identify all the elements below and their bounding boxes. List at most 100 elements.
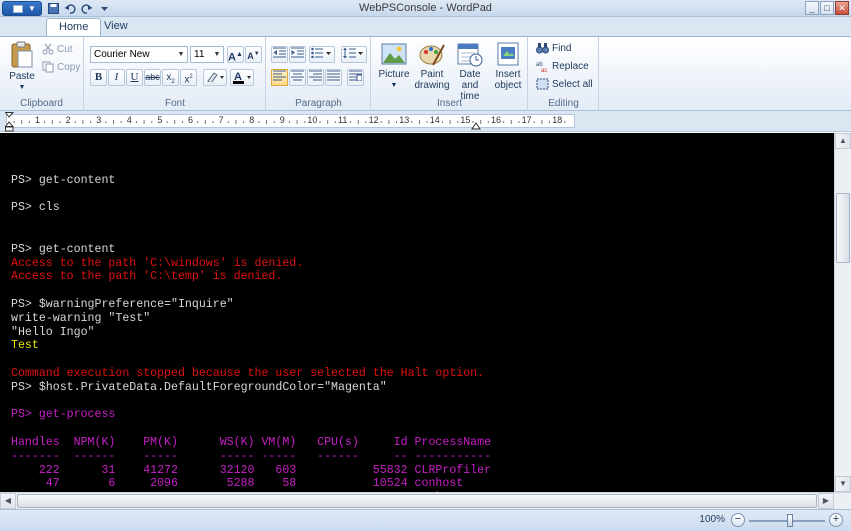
justify-button[interactable]	[325, 69, 342, 86]
ruler-number: 10	[307, 115, 318, 125]
date-time-label-1: Date and	[459, 69, 481, 91]
picture-button[interactable]: Picture ▼	[376, 41, 412, 91]
paint-drawing-label-2: drawing	[414, 80, 450, 91]
console-line: Test	[11, 339, 39, 353]
title-bar: ▼ WebPSConsole - WordPad _ □ ✕	[0, 0, 851, 17]
bullet-list-button[interactable]	[309, 46, 335, 63]
subscript-button[interactable]: x2	[162, 69, 179, 86]
line-spacing-button[interactable]	[341, 46, 367, 63]
ribbon: Paste ▼ Cut Copy Clipboard Courier New ▼…	[0, 36, 851, 111]
close-button[interactable]: ✕	[835, 1, 849, 15]
copy-button[interactable]: Copy	[42, 59, 80, 75]
text-color-button[interactable]: A	[230, 69, 254, 86]
picture-label: Picture	[378, 69, 410, 80]
date-time-button[interactable]: Date and time	[450, 41, 490, 102]
highlighter-icon	[207, 72, 224, 84]
calendar-clock-icon	[457, 43, 483, 67]
font-group: Courier New ▼ 11 ▼ A▲ A▼ B I U abc x2 x2…	[85, 37, 266, 111]
vertical-scroll-thumb[interactable]	[836, 193, 850, 263]
align-left-icon	[273, 70, 286, 81]
ruler[interactable]: 1 2 3 4 5 6 7 8 9 10 11 12 13 14 15 16 17 18	[5, 112, 575, 132]
insert-object-button[interactable]: Insert object	[490, 41, 526, 91]
copy-icon	[42, 61, 54, 73]
ruler-number: 1	[35, 115, 41, 125]
ruler-number: 5	[157, 115, 163, 125]
indent-marker-icon[interactable]	[5, 112, 14, 132]
paragraph-group-label: Paragraph	[295, 98, 342, 109]
ruler-number: 3	[96, 115, 102, 125]
document-area[interactable]: PS> get-content PS> cls PS> get-content Acc…	[0, 133, 834, 492]
paragraph-group: Paragraph	[267, 37, 371, 111]
console-line: write-warning "Test"	[11, 311, 151, 325]
font-family-select[interactable]: Courier New ▼	[90, 46, 188, 63]
ruler-number: 16	[491, 115, 502, 125]
chevron-down-icon: ▼	[213, 51, 221, 58]
font-size-select[interactable]: 11 ▼	[190, 46, 224, 63]
align-left-button[interactable]	[271, 69, 288, 86]
ruler-number: 17	[521, 115, 532, 125]
grow-font-button[interactable]: A▲	[227, 46, 244, 64]
chevron-down-icon: ▼	[177, 51, 185, 58]
status-bar: 100% − +	[0, 509, 851, 531]
editing-group-label: Editing	[548, 98, 579, 109]
justify-icon	[327, 70, 340, 81]
console-line: Access to the path 'C:\windows' is denie…	[11, 256, 304, 270]
right-indent-marker-icon[interactable]	[471, 122, 481, 130]
increase-indent-button[interactable]	[289, 46, 306, 63]
console-line: 222 31 41272 32120 603 55832 CLRProfiler	[11, 463, 492, 477]
zoom-slider-thumb[interactable]	[787, 514, 793, 527]
ruler-number: 2	[65, 115, 71, 125]
superscript-button[interactable]: x2	[180, 69, 197, 86]
console-line: PS> cls	[11, 201, 60, 215]
select-all-button[interactable]: Select all	[536, 76, 593, 92]
highlight-color-button[interactable]	[203, 69, 227, 86]
bullet-list-icon	[311, 47, 331, 59]
clipboard-group: Paste ▼ Cut Copy Clipboard	[0, 37, 84, 111]
cut-button[interactable]: Cut	[42, 41, 73, 57]
console-line: PS> get-content	[11, 173, 116, 187]
paint-drawing-button[interactable]: Paint drawing	[414, 41, 450, 91]
align-right-icon	[309, 70, 322, 81]
ruler-number: 12	[368, 115, 379, 125]
maximize-button[interactable]: □	[820, 1, 834, 15]
scroll-up-icon[interactable]: ▲	[835, 133, 851, 149]
paragraph-settings-button[interactable]	[347, 69, 364, 86]
console-line: PS> $host.PrivateData.DefaultForegroundC…	[11, 380, 387, 394]
ruler-ticks	[13, 120, 566, 124]
scroll-left-icon[interactable]: ◀	[0, 493, 16, 509]
tab-view[interactable]: View	[92, 18, 140, 36]
zoom-in-button[interactable]: +	[829, 513, 843, 527]
chevron-down-icon: ▼	[18, 84, 26, 91]
vertical-scrollbar[interactable]: ▲ ▼	[834, 133, 851, 492]
strikethrough-button[interactable]: abc	[144, 69, 161, 86]
ribbon-tabs: Home View	[0, 17, 851, 36]
minimize-button[interactable]: _	[805, 1, 819, 15]
horizontal-scrollbar[interactable]: ◀ ▶	[0, 492, 851, 509]
paste-button[interactable]: Paste ▼	[6, 41, 38, 93]
align-center-icon	[291, 70, 304, 81]
underline-button[interactable]: U	[126, 69, 143, 86]
align-center-button[interactable]	[289, 69, 306, 86]
ruler-number: 14	[429, 115, 440, 125]
scroll-right-icon[interactable]: ▶	[818, 493, 834, 509]
find-button[interactable]: Find	[536, 40, 571, 56]
horizontal-scroll-thumb[interactable]	[17, 494, 817, 508]
increase-indent-icon	[291, 47, 304, 58]
insert-group: Picture ▼ Paint drawing Date and time In…	[372, 37, 528, 111]
replace-button[interactable]: ab ac Replace	[536, 58, 589, 74]
ruler-number: 15	[460, 115, 471, 125]
scroll-down-icon[interactable]: ▼	[835, 476, 851, 492]
ruler-bar: 1 2 3 4 5 6 7 8 9 10 11 12 13 14 15 16 17 18	[0, 111, 851, 132]
bold-button[interactable]: B	[90, 69, 107, 86]
shrink-font-button[interactable]: A▼	[245, 46, 262, 63]
align-right-button[interactable]	[307, 69, 324, 86]
decrease-indent-button[interactable]	[271, 46, 288, 63]
ruler-number: 9	[279, 115, 285, 125]
zoom-out-button[interactable]: −	[731, 513, 745, 527]
italic-button[interactable]: I	[108, 69, 125, 86]
